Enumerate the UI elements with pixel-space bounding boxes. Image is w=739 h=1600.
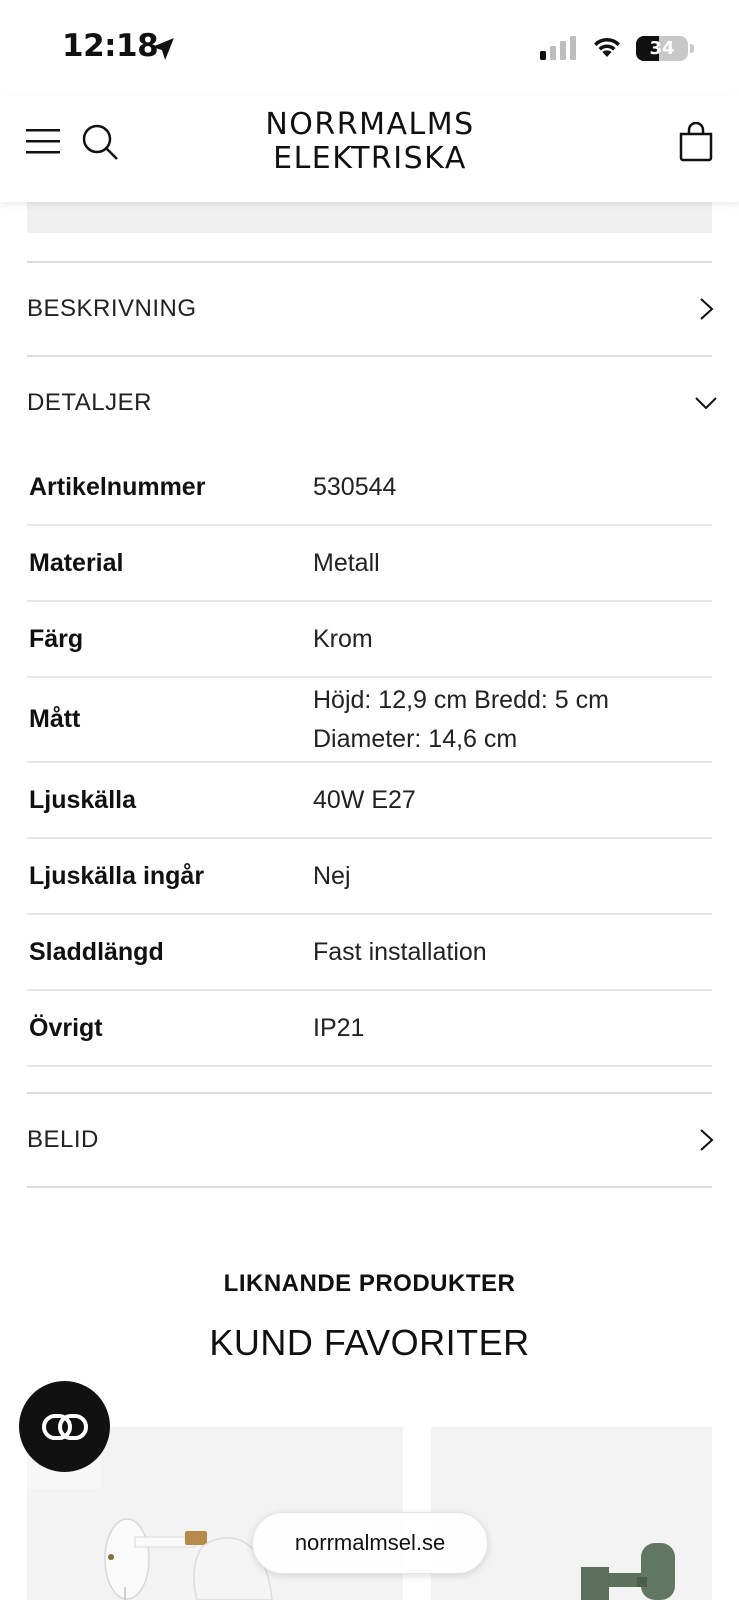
wifi-icon bbox=[594, 37, 620, 57]
details-row: Sladdlängd Fast installation bbox=[27, 915, 712, 991]
details-key: Mått bbox=[29, 705, 81, 733]
accordion-description-label: BESKRIVNING bbox=[27, 295, 197, 322]
divider bbox=[27, 1092, 712, 1094]
accordion-brand-label: BELID bbox=[27, 1126, 99, 1153]
site-header: NORRMALMS ELEKTRISKA bbox=[0, 96, 739, 202]
product-card[interactable] bbox=[431, 1427, 712, 1600]
similar-products-title: KUND FAVORITER bbox=[209, 1322, 530, 1363]
details-key: Övrigt bbox=[29, 1013, 103, 1042]
product-image-wall-lamp-green bbox=[431, 1427, 712, 1600]
details-row: Material Metall bbox=[27, 526, 712, 602]
chevron-right-icon bbox=[700, 1129, 714, 1151]
location-arrow-icon bbox=[152, 38, 174, 60]
accordion-details[interactable]: DETALJER bbox=[27, 358, 717, 448]
logo-line-1: NORRMALMS bbox=[265, 107, 475, 142]
divider bbox=[27, 261, 712, 263]
chat-button[interactable] bbox=[19, 1381, 110, 1472]
details-row: Färg Krom bbox=[27, 602, 712, 678]
details-row: Mått Höjd: 12,9 cm Bredd: 5 cm Diameter:… bbox=[27, 678, 712, 763]
logo-line-2: ELEKTRISKA bbox=[273, 141, 467, 176]
site-logo[interactable]: NORRMALMS ELEKTRISKA bbox=[250, 108, 490, 176]
status-time: 12:18 bbox=[62, 28, 159, 64]
details-value: 530544 bbox=[313, 472, 397, 501]
details-value: Metall bbox=[313, 548, 380, 577]
chevron-down-icon bbox=[695, 397, 717, 410]
search-icon[interactable] bbox=[80, 122, 120, 162]
battery-nub bbox=[690, 44, 694, 53]
chevron-right-icon bbox=[700, 298, 714, 320]
divider bbox=[27, 1186, 712, 1188]
details-row: Artikelnummer 530544 bbox=[27, 450, 712, 526]
similar-products-kicker: LIKNANDE PRODUKTER bbox=[223, 1270, 516, 1297]
details-row: Övrigt IP21 bbox=[27, 991, 712, 1067]
details-key: Färg bbox=[29, 624, 84, 653]
details-key: Ljuskälla bbox=[29, 785, 136, 814]
shopping-bag-icon[interactable] bbox=[678, 122, 714, 162]
details-key: Sladdlängd bbox=[29, 937, 164, 966]
accordion-brand[interactable]: BELID bbox=[27, 1095, 717, 1185]
details-value: 40W E27 bbox=[313, 785, 416, 814]
battery-level: 34 bbox=[649, 38, 675, 59]
details-value: Höjd: 12,9 cm Bredd: 5 cm Diameter: 14,6… bbox=[313, 685, 609, 753]
details-key: Artikelnummer bbox=[29, 472, 206, 501]
details-value: IP21 bbox=[313, 1013, 365, 1042]
cellular-signal-icon bbox=[540, 36, 576, 60]
status-bar: 12:18 34 bbox=[0, 0, 739, 96]
details-value: Fast installation bbox=[313, 937, 487, 966]
divider bbox=[27, 355, 712, 357]
battery-indicator: 34 bbox=[636, 36, 688, 61]
hamburger-menu-icon[interactable] bbox=[26, 126, 60, 156]
details-key: Ljuskälla ingår bbox=[29, 861, 205, 890]
details-table: Artikelnummer 530544 Material Metall Fär… bbox=[27, 450, 712, 1067]
details-row: Ljuskälla ingår Nej bbox=[27, 839, 712, 915]
accordion-description[interactable]: BESKRIVNING bbox=[27, 264, 717, 354]
previous-section-strip bbox=[27, 200, 712, 233]
details-value: Krom bbox=[313, 624, 373, 653]
chat-icon bbox=[42, 1414, 88, 1440]
accordion-details-label: DETALJER bbox=[27, 389, 152, 416]
details-key: Material bbox=[29, 548, 124, 577]
details-value: Nej bbox=[313, 861, 351, 890]
browser-url-bar[interactable]: norrmalmsel.se bbox=[252, 1512, 488, 1574]
details-row: Ljuskälla 40W E27 bbox=[27, 763, 712, 839]
